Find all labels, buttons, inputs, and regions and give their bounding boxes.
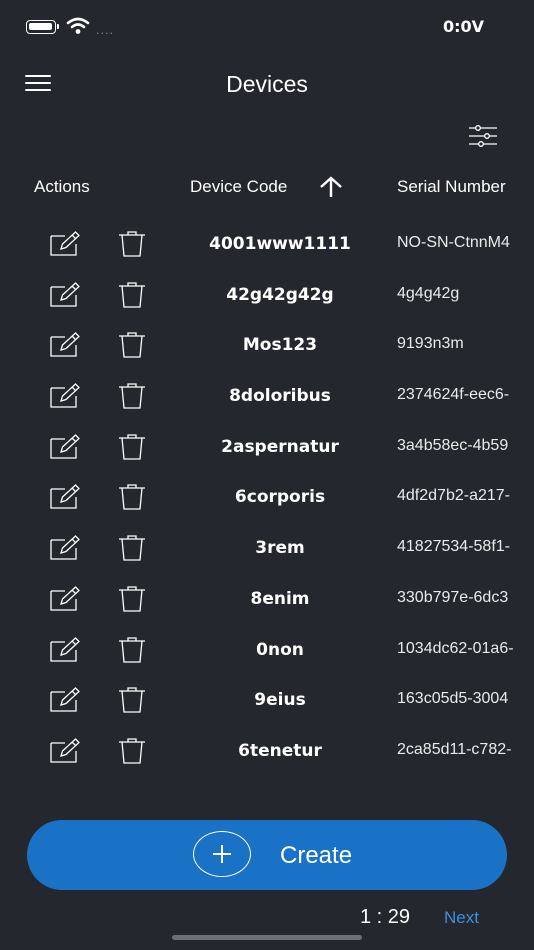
serial-number: 2ca85d11-c782- xyxy=(397,740,512,758)
create-button[interactable]: Create xyxy=(27,820,507,890)
page-indicator: 1 : 29 xyxy=(360,906,411,928)
table-row: Mos123 9193n3m xyxy=(0,319,534,370)
device-code[interactable]: 42g42g42g xyxy=(190,285,370,305)
status-time: 0:0V xyxy=(442,17,484,36)
trash-icon[interactable] xyxy=(117,686,147,718)
edit-icon[interactable] xyxy=(48,433,82,465)
device-code[interactable]: Mos123 xyxy=(190,335,370,355)
wifi-icon xyxy=(66,17,90,34)
edit-icon[interactable] xyxy=(48,737,82,769)
serial-number: 330b797e-6dc3 xyxy=(397,588,509,606)
trash-icon[interactable] xyxy=(117,331,147,363)
device-code[interactable]: 9eius xyxy=(190,690,370,710)
edit-icon[interactable] xyxy=(48,281,82,313)
edit-icon[interactable] xyxy=(48,230,82,262)
table-row: 9eius 163c05d5-3004 xyxy=(0,674,534,725)
trash-icon[interactable] xyxy=(117,737,147,769)
edit-icon[interactable] xyxy=(48,686,82,718)
battery-icon xyxy=(26,20,59,34)
device-code[interactable]: 3rem xyxy=(190,538,370,558)
trash-icon[interactable] xyxy=(117,534,147,566)
serial-number: 4df2d7b2-a217- xyxy=(397,487,510,505)
trash-icon[interactable] xyxy=(117,483,147,515)
serial-number: 1034dc62-01a6- xyxy=(397,639,514,657)
column-device-code[interactable]: Device Code xyxy=(190,177,287,197)
table-row: 0non 1034dc62-01a6- xyxy=(0,624,534,675)
serial-number: 9193n3m xyxy=(397,335,464,353)
table-row: 3rem 41827534-58f1- xyxy=(0,522,534,573)
edit-icon[interactable] xyxy=(48,534,82,566)
edit-icon[interactable] xyxy=(48,382,82,414)
device-code[interactable]: 2aspernatur xyxy=(190,437,370,457)
edit-icon[interactable] xyxy=(48,331,82,363)
serial-number: 3a4b58ec-4b59 xyxy=(397,436,509,454)
trash-icon[interactable] xyxy=(117,636,147,668)
create-button-label: Create xyxy=(280,842,353,869)
home-indicator xyxy=(172,935,362,940)
device-code[interactable]: 6tenetur xyxy=(190,741,370,761)
table-row: 8doloribus 2374624f-eec6- xyxy=(0,370,534,421)
arrow-up-icon[interactable] xyxy=(318,176,344,198)
signal-indicator: .... xyxy=(96,24,114,37)
next-page-link[interactable]: Next xyxy=(444,908,479,928)
status-bar: .... 0:0V xyxy=(0,0,534,56)
device-code[interactable]: 6corporis xyxy=(190,487,370,507)
serial-number: NO-SN-CtnnM4 xyxy=(397,234,510,251)
trash-icon[interactable] xyxy=(117,585,147,617)
device-code[interactable]: 8doloribus xyxy=(190,386,370,406)
table-row: 6tenetur 2ca85d11-c782- xyxy=(0,725,534,776)
serial-number: 163c05d5-3004 xyxy=(397,690,509,708)
column-actions: Actions xyxy=(34,177,90,196)
trash-icon[interactable] xyxy=(117,382,147,414)
header: Devices xyxy=(0,60,534,110)
device-code[interactable]: 4001www1111 xyxy=(190,234,370,254)
table-row: 42g42g42g 4g4g42g xyxy=(0,269,534,320)
table-row: 6corporis 4df2d7b2-a217- xyxy=(0,471,534,522)
device-list: 4001www1111 NO-SN-CtnnM4 42g42g42g 4g4g42g M… xyxy=(0,218,534,776)
table-row: 2aspernatur 3a4b58ec-4b59 xyxy=(0,421,534,472)
edit-icon[interactable] xyxy=(48,636,82,668)
edit-icon[interactable] xyxy=(48,585,82,617)
serial-number: 4g4g42g xyxy=(397,284,460,302)
plus-icon xyxy=(193,831,251,877)
page-title: Devices xyxy=(226,71,308,97)
trash-icon[interactable] xyxy=(117,433,147,465)
device-code[interactable]: 0non xyxy=(190,640,370,660)
sliders-icon[interactable] xyxy=(468,124,498,148)
table-row: 4001www1111 NO-SN-CtnnM4 xyxy=(0,218,534,269)
device-code[interactable]: 8enim xyxy=(190,589,370,609)
serial-number: 41827534-58f1- xyxy=(397,538,510,556)
serial-number: 2374624f-eec6- xyxy=(397,386,510,404)
trash-icon[interactable] xyxy=(117,230,147,262)
trash-icon[interactable] xyxy=(117,281,147,313)
column-serial-number[interactable]: Serial Number xyxy=(397,177,506,197)
table-header: Actions Device Code Serial Number xyxy=(0,170,534,204)
edit-icon[interactable] xyxy=(48,483,82,515)
table-row: 8enim 330b797e-6dc3 xyxy=(0,573,534,624)
